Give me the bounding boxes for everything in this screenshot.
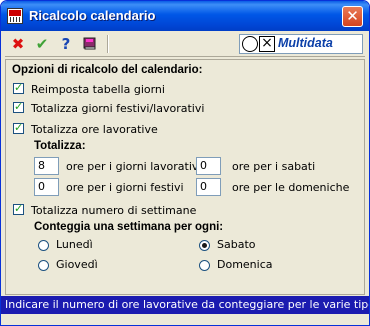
- toolbar-separator: [107, 35, 109, 53]
- workdays-hours-input[interactable]: 8: [34, 157, 59, 175]
- sundays-hours-label: ore per le domeniche: [232, 181, 350, 194]
- question-icon[interactable]: ?: [57, 35, 75, 53]
- totals-heading: Totalizza:: [34, 140, 86, 152]
- sundays-hours-input[interactable]: 0: [196, 178, 221, 196]
- total-hours-label: Totalizza ore lavorative: [31, 123, 158, 136]
- total-weeks-checkbox[interactable]: [13, 202, 24, 215]
- holidays-hours-label: ore per i giorni festivi: [66, 181, 184, 194]
- toolbar: ✖ ✔ ? × Multidata: [5, 32, 365, 57]
- total-weeks-label: Totalizza numero di settimane: [31, 204, 197, 217]
- brand-logo: × Multidata: [239, 34, 363, 54]
- circle-icon: [242, 36, 258, 52]
- box-x-icon: ×: [259, 36, 275, 52]
- monday-label[interactable]: Lunedì: [56, 238, 93, 251]
- total-days-option[interactable]: Totalizza giorni festivi/lavorativi: [13, 100, 313, 117]
- app-icon[interactable]: [7, 8, 23, 24]
- total-weeks-option[interactable]: Totalizza numero di settimane: [13, 202, 313, 219]
- options-heading: Opzioni di ricalcolo del calendario:: [12, 64, 203, 76]
- total-hours-option[interactable]: Totalizza ore lavorative: [13, 121, 313, 138]
- close-button[interactable]: ✕: [342, 6, 363, 27]
- dialog-window: Ricalcolo calendario ✕ ✖ ✔ ? × Multidata…: [0, 0, 370, 326]
- saturday-label[interactable]: Sabato: [217, 238, 256, 251]
- reset-table-label: Reimposta tabella giorni: [31, 83, 165, 96]
- thursday-label[interactable]: Giovedì: [56, 258, 98, 271]
- sunday-radio[interactable]: [199, 260, 210, 271]
- reset-table-checkbox[interactable]: [13, 81, 24, 94]
- status-bar: Indicare il numero di ore lavorative da …: [1, 296, 369, 314]
- total-days-label: Totalizza giorni festivi/lavorativi: [31, 102, 205, 115]
- title-bar[interactable]: Ricalcolo calendario ✕: [1, 1, 369, 31]
- checkmark-icon[interactable]: ✔: [33, 35, 51, 53]
- sunday-label[interactable]: Domenica: [217, 258, 273, 271]
- reset-table-option[interactable]: Reimposta tabella giorni: [13, 81, 313, 98]
- thursday-radio[interactable]: [38, 260, 49, 271]
- window-title: Ricalcolo calendario: [29, 8, 156, 23]
- brand-name: Multidata: [278, 36, 333, 50]
- total-days-checkbox[interactable]: [13, 100, 24, 113]
- workdays-hours-label: ore per i giorni lavorativi: [66, 160, 202, 173]
- week-heading: Conteggia una settimana per ogni:: [34, 221, 224, 233]
- monday-radio[interactable]: [38, 240, 49, 251]
- book-icon[interactable]: [81, 35, 99, 53]
- options-panel: Opzioni di ricalcolo del calendario: Rei…: [5, 59, 365, 295]
- saturdays-hours-input[interactable]: 0: [196, 157, 221, 175]
- cancel-icon[interactable]: ✖: [9, 35, 27, 53]
- total-hours-checkbox[interactable]: [13, 121, 24, 134]
- saturday-radio[interactable]: [199, 240, 210, 251]
- holidays-hours-input[interactable]: 0: [34, 178, 59, 196]
- saturdays-hours-label: ore per i sabati: [232, 160, 316, 173]
